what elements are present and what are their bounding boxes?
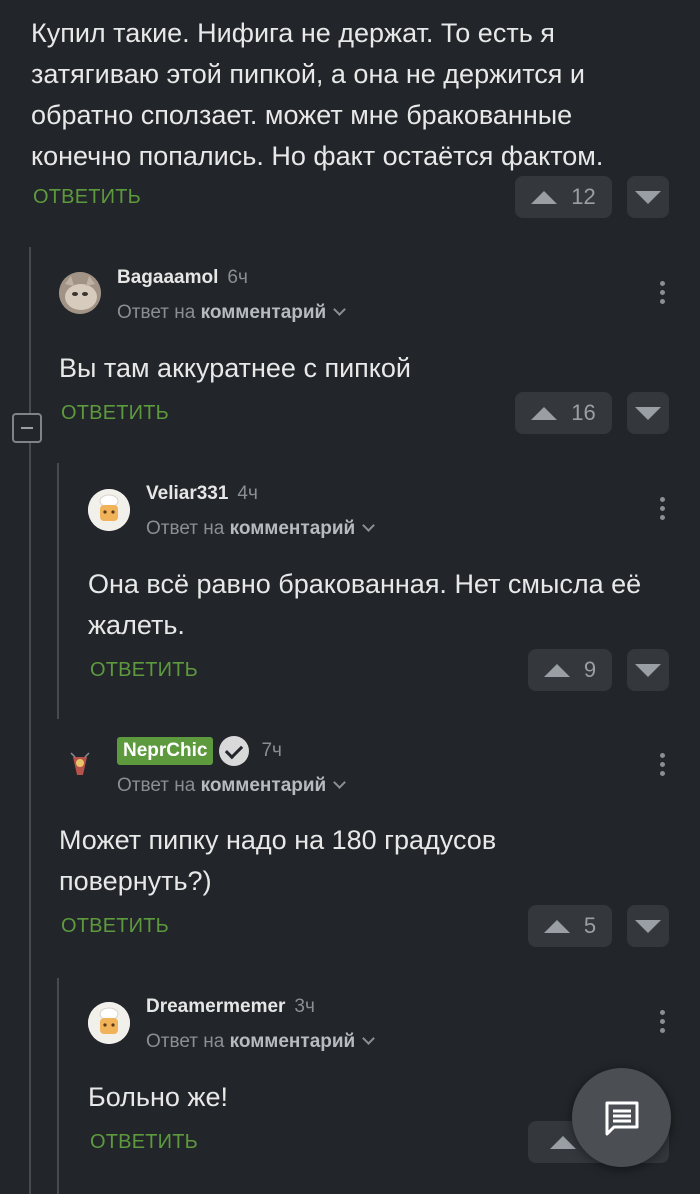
top-comment-text: Купил такие. Нифига не держат. То есть я… (31, 18, 604, 171)
arrow-down-icon (635, 190, 661, 204)
reply-prefix: Ответ на (146, 1031, 225, 1052)
cat-avatar-image (59, 272, 101, 314)
minus-square-icon (21, 427, 33, 429)
downvote-button[interactable] (627, 649, 669, 691)
reply-button[interactable]: ОТВЕТИТЬ (90, 659, 198, 682)
comment-text: Вы там аккуратнее с пипкой (59, 353, 411, 383)
timestamp: 3ч (294, 996, 315, 1017)
arrow-up-icon (543, 919, 570, 933)
reply-prefix: Ответ на (146, 518, 225, 539)
arrow-up-icon (531, 190, 558, 204)
chef-avatar-image (88, 1002, 130, 1044)
downvote-button[interactable] (627, 905, 669, 947)
upvote-button[interactable]: 5 (528, 905, 612, 947)
reply-to-link[interactable]: Ответ на комментарий (117, 775, 347, 797)
arrow-up-icon (543, 663, 570, 677)
reply-to-link[interactable]: Ответ на комментарий (117, 302, 347, 324)
chef-avatar-image (88, 489, 130, 531)
reply-target: комментарий (200, 775, 327, 796)
arrow-down-icon (635, 406, 661, 420)
comment-text: Может пипку надо на 180 градусов поверну… (59, 825, 497, 896)
reply-target: комментарий (200, 302, 327, 323)
reply-target: комментарий (229, 518, 356, 539)
vote-count: 16 (571, 400, 596, 425)
upvote-button[interactable]: 9 (528, 649, 612, 691)
thread-line (57, 463, 59, 719)
upvote-button[interactable]: 16 (515, 392, 612, 434)
comment-text: Она всё равно бракованная. Нет смысла её… (88, 569, 642, 640)
vote-count: 5 (583, 913, 597, 938)
thread-line (57, 978, 59, 1194)
new-comment-fab[interactable] (572, 1068, 671, 1167)
upvote-button[interactable]: 12 (515, 176, 612, 218)
more-options-button[interactable] (658, 497, 666, 520)
username[interactable]: Dreamermemer (146, 996, 285, 1017)
arrow-down-icon (635, 663, 661, 677)
more-options-button[interactable] (658, 1010, 666, 1033)
chevron-down-icon (333, 303, 347, 316)
reply-button[interactable]: ОТВЕТИТЬ (33, 186, 141, 209)
downvote-button[interactable] (627, 392, 669, 434)
comment-text: Больно же! (88, 1082, 228, 1112)
avatar[interactable] (59, 745, 101, 787)
reply-target: комментарий (229, 1031, 356, 1052)
reply-prefix: Ответ на (117, 302, 196, 323)
downvote-button[interactable] (627, 176, 669, 218)
arrow-up-icon (550, 1135, 576, 1149)
avatar[interactable] (88, 489, 130, 531)
avatar[interactable] (88, 1002, 130, 1044)
arrow-up-icon (531, 406, 558, 420)
chevron-down-icon (333, 776, 347, 789)
reply-button[interactable]: ОТВЕТИТЬ (61, 402, 169, 425)
chevron-down-icon (362, 1032, 376, 1045)
username[interactable]: Bagaaamol (117, 267, 218, 288)
timestamp: 7ч (261, 740, 282, 761)
arrow-down-icon (635, 919, 661, 933)
timestamp: 4ч (237, 483, 258, 504)
reply-button[interactable]: ОТВЕТИТЬ (90, 1131, 198, 1154)
reply-button[interactable]: ОТВЕТИТЬ (61, 915, 169, 938)
timestamp: 6ч (227, 267, 248, 288)
more-options-button[interactable] (658, 753, 666, 776)
sticker-avatar-image (59, 745, 101, 787)
vote-count: 9 (583, 657, 597, 682)
thread-line (29, 247, 31, 1194)
collapse-thread-button[interactable] (12, 413, 42, 443)
check-circle-icon (219, 736, 250, 766)
more-options-button[interactable] (658, 281, 666, 304)
username-badge[interactable]: NeprChic (117, 737, 214, 765)
chevron-down-icon (362, 519, 376, 532)
reply-prefix: Ответ на (117, 775, 196, 796)
reply-to-link[interactable]: Ответ на комментарий (146, 518, 376, 540)
username[interactable]: Veliar331 (146, 483, 228, 504)
reply-to-link[interactable]: Ответ на комментарий (146, 1031, 376, 1053)
chat-icon (605, 1101, 638, 1135)
avatar[interactable] (59, 272, 101, 314)
vote-count: 12 (571, 184, 596, 209)
